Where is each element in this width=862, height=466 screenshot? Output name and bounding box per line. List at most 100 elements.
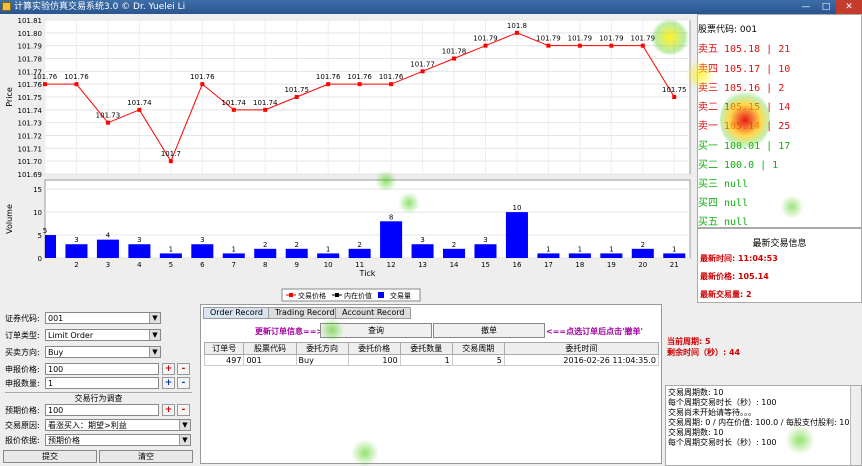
price-data-label: 101.74 (127, 99, 152, 107)
direction-select[interactable]: Buy ▼ (45, 346, 161, 358)
price-increase-button[interactable]: + (162, 363, 175, 375)
column-header[interactable]: 股票代码 (243, 342, 297, 355)
tick-x-label: 18 (575, 261, 584, 269)
close-button[interactable]: ✕ (836, 0, 862, 14)
expected-price-input[interactable]: 100 (45, 404, 159, 416)
table-row[interactable]: 497 001 Buy 100 1 5 2016-02-26 11:04:35.… (203, 354, 660, 366)
current-period: 当前周期: 5 (667, 337, 711, 346)
price-point (357, 82, 362, 87)
tick-x-label: 15 (481, 261, 490, 269)
latest-price: 最新价格: 105.14 (700, 272, 769, 281)
volume-data-label: 1 (609, 245, 613, 253)
price-data-label: 101.79 (536, 35, 561, 43)
price-data-label: 101.77 (410, 60, 435, 68)
expected-price-increase-button[interactable]: + (162, 404, 175, 416)
submit-button[interactable]: 提交 (3, 450, 97, 463)
tab-trading-record[interactable]: Trading Record (268, 307, 342, 319)
price-tick-label: 101.73 (18, 120, 43, 128)
volume-data-label: 1 (232, 245, 236, 253)
reason-select[interactable]: 看涨买入：期望>利益 ▼ (45, 419, 191, 431)
log-line: 交易周期数: 10 (668, 388, 724, 397)
reason-value: 看涨买入：期望>利益 (48, 421, 127, 430)
volume-bar (443, 248, 466, 258)
chevron-down-icon: ▼ (179, 420, 190, 430)
tick-x-label: 20 (638, 261, 647, 269)
quantity-label: 申报数量: (5, 379, 40, 388)
price-data-label: 101.75 (662, 86, 687, 94)
chevron-down-icon: ▼ (149, 330, 160, 340)
clear-button[interactable]: 清空 (99, 450, 193, 463)
price-data-label: 101.76 (64, 73, 89, 81)
log-scrollbar[interactable] (850, 386, 861, 465)
minimize-button[interactable]: — (796, 0, 816, 14)
price-tick-label: 101.79 (18, 43, 43, 51)
price-point (389, 82, 394, 87)
volume-bar (537, 253, 560, 258)
expected-price-decrease-button[interactable]: - (177, 404, 190, 416)
cell-order-id: 497 (203, 354, 245, 366)
cell-stock-code: 001 (243, 354, 297, 366)
order-table: 订单号 股票代码 委托方向 委托价格 委托数量 交易周期 委托时间 497 00… (203, 342, 660, 366)
sell-level-4: 卖四 105.17 | 10 (698, 64, 791, 75)
price-point (326, 82, 331, 87)
refresh-hint: 更新订单信息==> (255, 327, 324, 336)
direction-value: Buy (48, 348, 64, 357)
price-decrease-button[interactable]: - (177, 363, 190, 375)
volume-data-label: 1 (546, 245, 550, 253)
price-tick-label: 101.81 (18, 17, 43, 25)
maximize-button[interactable]: □ (816, 0, 836, 14)
price-data-label: 101.79 (473, 35, 498, 43)
price-point (546, 43, 551, 48)
quantity-increase-button[interactable]: + (162, 377, 175, 389)
column-header[interactable]: 交易周期 (451, 342, 505, 355)
order-type-select[interactable]: Limit Order ▼ (45, 329, 161, 341)
price-tick-label: 101.70 (18, 158, 43, 166)
price-tick-label: 101.72 (18, 133, 43, 141)
volume-data-label: 10 (512, 204, 521, 212)
survey-group-title: 交易行为调查 (5, 392, 192, 404)
cancel-hint: <==点选订单后点击'撤单' (546, 327, 644, 336)
cancel-order-button[interactable]: 撤单 (433, 323, 545, 338)
buy-level-1: 买一 100.01 | 17 (698, 141, 791, 152)
volume-data-label: 1 (169, 245, 173, 253)
latest-trade-panel: 最新交易信息 最新时间: 11:04:53 最新价格: 105.14 最新交易量… (697, 228, 862, 303)
chevron-down-icon: ▼ (149, 313, 160, 323)
price-tick-label: 101.80 (18, 30, 43, 38)
order-type-label: 订单类型: (5, 331, 40, 340)
volume-axis-label: Volume (5, 204, 14, 234)
tick-x-label: 9 (294, 261, 298, 269)
price-input[interactable]: 100 (45, 363, 159, 375)
column-header[interactable]: 委托时间 (503, 342, 660, 355)
price-point (105, 120, 110, 125)
tick-x-label: 8 (263, 261, 267, 269)
tab-order-record[interactable]: Order Record (203, 307, 270, 319)
basis-select[interactable]: 预期价格 ▼ (45, 434, 191, 446)
query-button[interactable]: 查询 (320, 323, 432, 338)
log-line: 交易尚未开始请等待。。。 (668, 408, 756, 417)
column-header[interactable]: 订单号 (203, 342, 245, 355)
column-header[interactable]: 委托方向 (295, 342, 349, 355)
volume-data-label: 2 (294, 241, 298, 249)
cell-price: 100 (347, 354, 401, 366)
volume-bar (191, 244, 214, 258)
window-title: 计算实验仿真交易系统3.0 © Dr. Yuelei Li (14, 2, 186, 12)
stock-code-select[interactable]: 001 ▼ (45, 312, 161, 324)
price-data-label: 101.8 (507, 22, 527, 30)
volume-bar (631, 248, 654, 258)
quantity-input[interactable]: 1 (45, 377, 159, 389)
stock-code-field-label: 证券代码: (5, 314, 40, 323)
legend-label: 交易价格 (298, 291, 326, 300)
tab-account-record[interactable]: Account Record (335, 307, 412, 319)
message-log[interactable]: 交易周期数: 10 每个周期交易时长（秒）: 100 交易尚未开始请等待。。。 … (665, 385, 862, 466)
price-tick-label: 101.71 (18, 145, 43, 153)
sell-level-2: 卖二 105.15 | 14 (698, 102, 791, 113)
reason-label: 交易原因: (5, 421, 40, 430)
cell-quantity: 1 (399, 354, 453, 366)
legend-marker (289, 293, 293, 297)
legend-swatch (378, 292, 384, 298)
column-header[interactable]: 委托价格 (347, 342, 401, 355)
column-header[interactable]: 委托数量 (399, 342, 453, 355)
volume-bar (45, 235, 57, 258)
volume-bar (380, 221, 403, 258)
quantity-decrease-button[interactable]: - (177, 377, 190, 389)
